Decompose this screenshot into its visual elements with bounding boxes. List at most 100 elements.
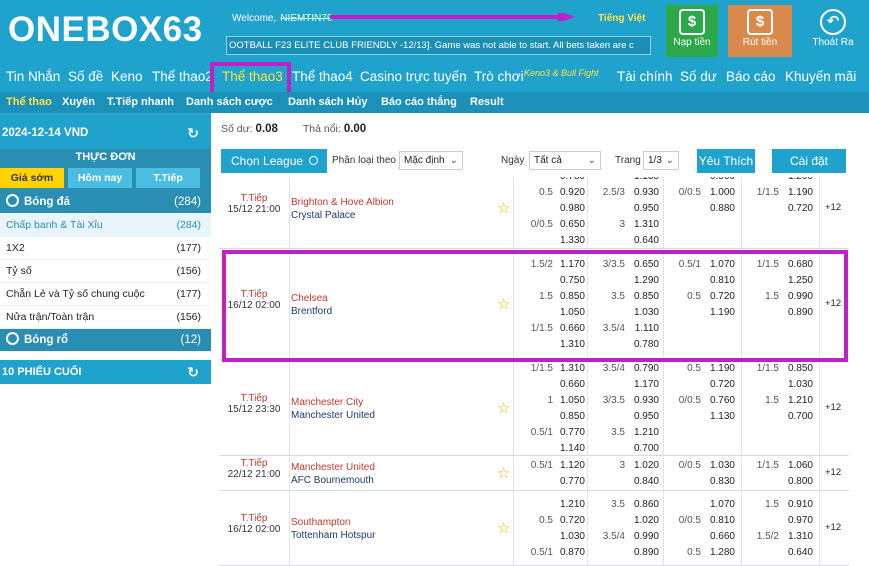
sidebar-item-half-full[interactable]: Nửa trận/Toàn trận (156) [0,306,211,329]
favorite-star-icon[interactable]: ☆ [497,519,510,537]
odds-price[interactable]: 0.780 [627,337,659,353]
odds-price[interactable]: 0.850 [627,289,659,305]
odds-price[interactable]: 0.990 [627,529,659,545]
odds-price[interactable]: 1.210 [627,425,659,441]
nav-games[interactable]: Trò chơi [474,69,524,84]
odds-price[interactable]: 1.140 [555,441,585,457]
odds-price[interactable]: 1.200 [781,177,813,185]
odds-price[interactable]: 1.030 [781,377,813,393]
tab-live[interactable]: T.Tiếp [136,168,200,188]
odds-price[interactable]: 0.890 [627,545,659,561]
nav-promo-tag[interactable]: Keno3 & Bull Fight [524,68,599,78]
odds-price[interactable]: 0.980 [555,201,585,217]
last-tickets-header[interactable]: 10 PHIẾU CUỐI ↻ [0,360,211,384]
sidebar-item-football[interactable]: Bóng đá (284) [0,191,211,214]
odds-price[interactable]: 1.280 [703,545,735,561]
odds-price[interactable]: 0.720 [703,377,735,393]
odds-price[interactable]: 0.660 [555,321,585,337]
day-select[interactable]: Tất cả ⌄ [529,151,601,170]
odds-price[interactable]: 0.770 [555,425,585,441]
favorite-star-icon[interactable]: ☆ [497,464,510,482]
subnav-result[interactable]: Result [470,96,504,108]
odds-price[interactable]: 1.020 [627,513,659,529]
subnav-win-report[interactable]: Báo cáo thắng [381,96,457,108]
nav-keno[interactable]: Keno [111,69,143,84]
odds-price[interactable]: 0.780 [555,177,585,185]
odds-price[interactable]: 1.210 [781,393,813,409]
odds-price[interactable]: 0.990 [781,289,813,305]
odds-price[interactable]: 0.930 [627,185,659,201]
odds-price[interactable]: 1.170 [555,257,585,273]
odds-price[interactable]: 0.660 [703,529,735,545]
odds-price[interactable]: 0.790 [627,361,659,377]
odds-price[interactable]: 0.890 [781,305,813,321]
refresh-icon[interactable]: ↻ [187,115,199,151]
odds-price[interactable]: 0.910 [781,497,813,513]
odds-price[interactable]: 1.190 [703,361,735,377]
odds-price[interactable]: 0.700 [627,441,659,457]
odds-price[interactable]: 0.750 [555,273,585,289]
favorite-star-icon[interactable]: ☆ [497,399,510,417]
odds-price[interactable]: 0.850 [555,289,585,305]
nav-sports2[interactable]: Thể thao2 [152,69,213,84]
odds-price[interactable]: 1.110 [627,321,659,337]
odds-price[interactable]: 0.810 [703,513,735,529]
odds-price[interactable]: 0.850 [555,409,585,425]
language-switch[interactable]: Tiếng Việt [598,13,645,24]
odds-price[interactable]: 1.170 [627,377,659,393]
settings-button[interactable]: Cài đặt [772,149,846,173]
odds-price[interactable]: 0.650 [627,257,659,273]
refresh-icon[interactable]: ↻ [187,360,199,384]
odds-price[interactable]: 1.030 [703,458,735,474]
nav-lottery[interactable]: Số đề [68,69,103,84]
odds-price[interactable]: 1.130 [627,177,659,185]
page-select[interactable]: 1/3 ⌄ [643,151,679,170]
subnav-bet-list[interactable]: Danh sách cược [186,96,273,108]
favorites-toggle[interactable]: Yêu Thích [697,149,755,190]
nav-messages[interactable]: Tin Nhắn [6,69,60,84]
odds-price[interactable]: 1.310 [627,217,659,233]
more-markets-link[interactable]: +12 [825,522,841,533]
odds-price[interactable]: 0.880 [703,201,735,217]
odds-price[interactable]: 1.030 [555,529,585,545]
favorite-star-icon[interactable]: ☆ [497,295,510,313]
odds-price[interactable]: 0.800 [781,474,813,490]
odds-price[interactable]: 1.050 [555,393,585,409]
nav-sports4[interactable]: Thể thao4 [292,69,353,84]
odds-price[interactable]: 1.210 [555,497,585,513]
subnav-parlay[interactable]: Xuyên [62,96,95,108]
nav-finance[interactable]: Tài chính [617,69,673,84]
odds-price[interactable]: 0.920 [555,185,585,201]
odds-price[interactable]: 1.050 [555,305,585,321]
sidebar-item-1x2[interactable]: 1X2 (177) [0,237,211,260]
choose-league-button[interactable]: Chọn League [221,149,327,173]
odds-price[interactable]: 0.770 [555,474,585,490]
more-markets-link[interactable]: +12 [825,202,841,213]
odds-price[interactable]: 1.130 [703,409,735,425]
nav-promotions[interactable]: Khuyến mãi [785,69,856,84]
odds-price[interactable]: 1.190 [703,305,735,321]
odds-price[interactable]: 1.000 [703,185,735,201]
odds-price[interactable]: 0.720 [781,201,813,217]
odds-price[interactable]: 0.930 [627,393,659,409]
odds-price[interactable]: 0.850 [781,361,813,377]
nav-live-casino[interactable]: Casino trực tuyến [360,69,467,84]
odds-price[interactable]: 1.310 [781,529,813,545]
site-logo[interactable]: ONEBOX63 [8,10,203,50]
tab-early[interactable]: Giá sớm [0,168,64,188]
odds-price[interactable]: 0.860 [627,497,659,513]
odds-price[interactable]: 0.660 [555,377,585,393]
odds-price[interactable]: 0.700 [781,409,813,425]
odds-price[interactable]: 0.840 [627,474,659,490]
subnav-void-list[interactable]: Danh sách Hủy [288,96,367,108]
odds-price[interactable]: 0.650 [555,217,585,233]
more-markets-link[interactable]: +12 [825,298,841,309]
subnav-sports[interactable]: Thể thao [6,96,52,108]
sidebar-item-correct-score[interactable]: Tỷ số (156) [0,260,211,283]
odds-price[interactable]: 1.330 [555,233,585,249]
odds-price[interactable]: 0.720 [703,289,735,305]
more-markets-link[interactable]: +12 [825,402,841,413]
odds-price[interactable]: 0.560 [703,177,735,185]
odds-price[interactable]: 1.120 [555,458,585,474]
odds-price[interactable]: 1.060 [781,458,813,474]
